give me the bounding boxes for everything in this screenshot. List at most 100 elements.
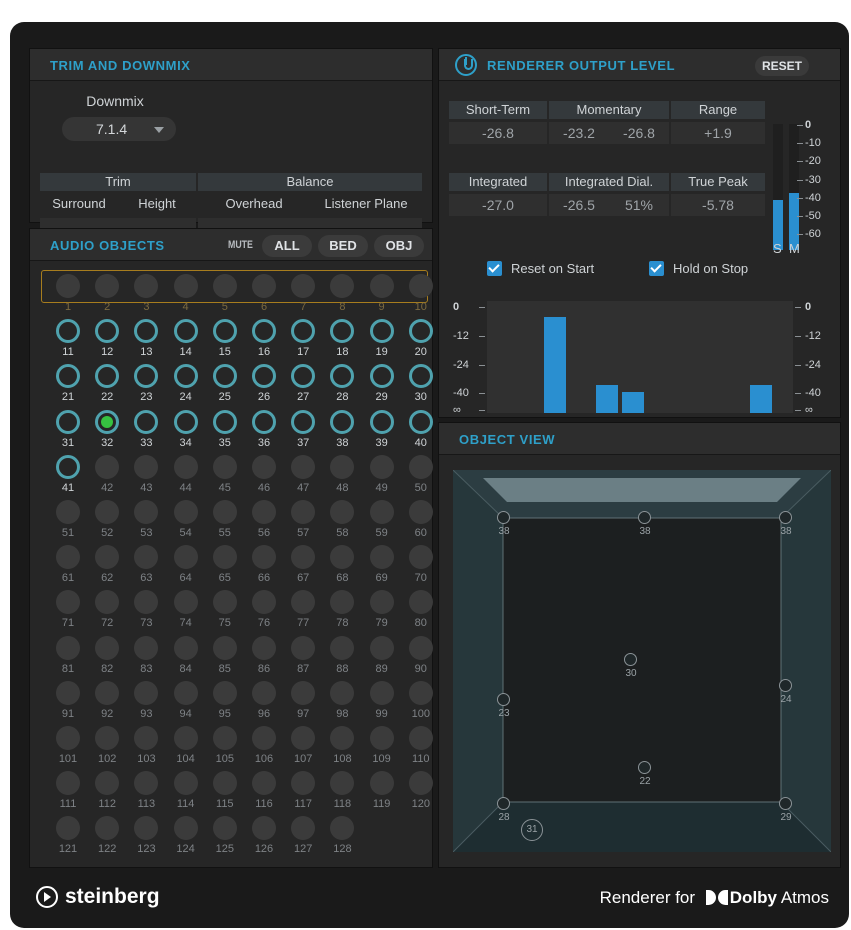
audio-object-89[interactable]: 89 [363,635,403,681]
audio-object-125[interactable]: 125 [206,816,246,861]
audio-object-86[interactable]: 86 [245,635,285,681]
audio-object-38[interactable]: 38 [323,409,363,455]
audio-object-103[interactable]: 103 [127,726,167,771]
audio-object-60[interactable]: 60 [402,500,442,545]
audio-object-46[interactable]: 46 [245,454,285,500]
audio-object-58[interactable]: 58 [323,500,363,545]
audio-object-14[interactable]: 14 [167,319,207,364]
audio-object-55[interactable]: 55 [206,500,246,545]
object-center[interactable] [624,653,637,666]
audio-object-9[interactable]: 9 [363,274,403,319]
audio-object-44[interactable]: 44 [167,454,207,500]
audio-object-101[interactable]: 101 [49,726,89,771]
audio-object-34[interactable]: 34 [167,409,207,455]
speaker-mid-left[interactable] [497,693,510,706]
audio-object-15[interactable]: 15 [206,319,246,364]
audio-object-28[interactable]: 28 [323,364,363,409]
audio-object-118[interactable]: 118 [323,771,363,816]
audio-object-82[interactable]: 82 [88,635,128,681]
audio-object-41[interactable]: 41 [49,454,89,500]
audio-object-52[interactable]: 52 [88,500,128,545]
audio-object-121[interactable]: 121 [49,816,89,861]
audio-object-39[interactable]: 39 [363,409,403,455]
audio-object-69[interactable]: 69 [363,545,403,590]
reset-button[interactable]: RESET [755,56,809,76]
audio-object-40[interactable]: 40 [402,409,442,455]
audio-object-43[interactable]: 43 [127,454,167,500]
audio-object-111[interactable]: 111 [49,771,89,816]
audio-object-7[interactable]: 7 [284,274,324,319]
audio-object-29[interactable]: 29 [363,364,403,409]
audio-object-21[interactable]: 21 [49,364,89,409]
audio-object-120[interactable]: 120 [402,771,442,816]
audio-object-25[interactable]: 25 [206,364,246,409]
audio-object-110[interactable]: 110 [402,726,442,771]
audio-object-11[interactable]: 11 [49,319,89,364]
audio-object-113[interactable]: 113 [127,771,167,816]
audio-object-2[interactable]: 2 [88,274,128,319]
audio-object-56[interactable]: 56 [245,500,285,545]
speaker-bottom-left[interactable] [497,797,510,810]
audio-object-10[interactable]: 10 [402,274,442,319]
audio-object-18[interactable]: 18 [323,319,363,364]
audio-object-49[interactable]: 49 [363,454,403,500]
audio-object-115[interactable]: 115 [206,771,246,816]
audio-object-100[interactable]: 100 [402,680,442,726]
audio-object-70[interactable]: 70 [402,545,442,590]
power-icon[interactable] [455,54,477,76]
audio-object-50[interactable]: 50 [402,454,442,500]
audio-object-66[interactable]: 66 [245,545,285,590]
audio-object-104[interactable]: 104 [167,726,207,771]
audio-object-67[interactable]: 67 [284,545,324,590]
audio-object-45[interactable]: 45 [206,454,246,500]
audio-object-126[interactable]: 126 [245,816,285,861]
audio-object-54[interactable]: 54 [167,500,207,545]
audio-object-4[interactable]: 4 [167,274,207,319]
audio-object-94[interactable]: 94 [167,680,207,726]
audio-object-112[interactable]: 112 [88,771,128,816]
audio-object-106[interactable]: 106 [245,726,285,771]
audio-object-36[interactable]: 36 [245,409,285,455]
audio-object-114[interactable]: 114 [167,771,207,816]
audio-object-80[interactable]: 80 [402,590,442,635]
audio-object-42[interactable]: 42 [88,454,128,500]
audio-object-102[interactable]: 102 [88,726,128,771]
audio-object-98[interactable]: 98 [323,680,363,726]
audio-object-92[interactable]: 92 [88,680,128,726]
audio-object-88[interactable]: 88 [323,635,363,681]
audio-object-117[interactable]: 117 [284,771,324,816]
audio-object-17[interactable]: 17 [284,319,324,364]
audio-object-79[interactable]: 79 [363,590,403,635]
audio-object-95[interactable]: 95 [206,680,246,726]
audio-object-31[interactable]: 31 [49,409,89,455]
audio-object-6[interactable]: 6 [245,274,285,319]
audio-object-91[interactable]: 91 [49,680,89,726]
audio-object-76[interactable]: 76 [245,590,285,635]
audio-object-27[interactable]: 27 [284,364,324,409]
speaker-mid-right[interactable] [779,679,792,692]
audio-object-116[interactable]: 116 [245,771,285,816]
audio-object-63[interactable]: 63 [127,545,167,590]
audio-object-30[interactable]: 30 [402,364,442,409]
audio-object-85[interactable]: 85 [206,635,246,681]
audio-object-123[interactable]: 123 [127,816,167,861]
audio-object-83[interactable]: 83 [127,635,167,681]
audio-object-64[interactable]: 64 [167,545,207,590]
audio-object-75[interactable]: 75 [206,590,246,635]
audio-object-73[interactable]: 73 [127,590,167,635]
speaker-top-left[interactable] [497,511,510,524]
audio-object-128[interactable]: 128 [323,816,363,861]
audio-object-13[interactable]: 13 [127,319,167,364]
object-31-marker[interactable]: 31 [521,819,543,841]
reset-on-start-checkbox[interactable] [487,261,502,276]
speaker-top-center[interactable] [638,511,651,524]
audio-object-26[interactable]: 26 [245,364,285,409]
speaker-bottom-right[interactable] [779,797,792,810]
audio-object-77[interactable]: 77 [284,590,324,635]
downmix-select[interactable]: 7.1.4 [62,117,176,141]
audio-object-61[interactable]: 61 [49,545,89,590]
audio-object-96[interactable]: 96 [245,680,285,726]
audio-object-35[interactable]: 35 [206,409,246,455]
audio-object-119[interactable]: 119 [363,771,403,816]
audio-object-33[interactable]: 33 [127,409,167,455]
